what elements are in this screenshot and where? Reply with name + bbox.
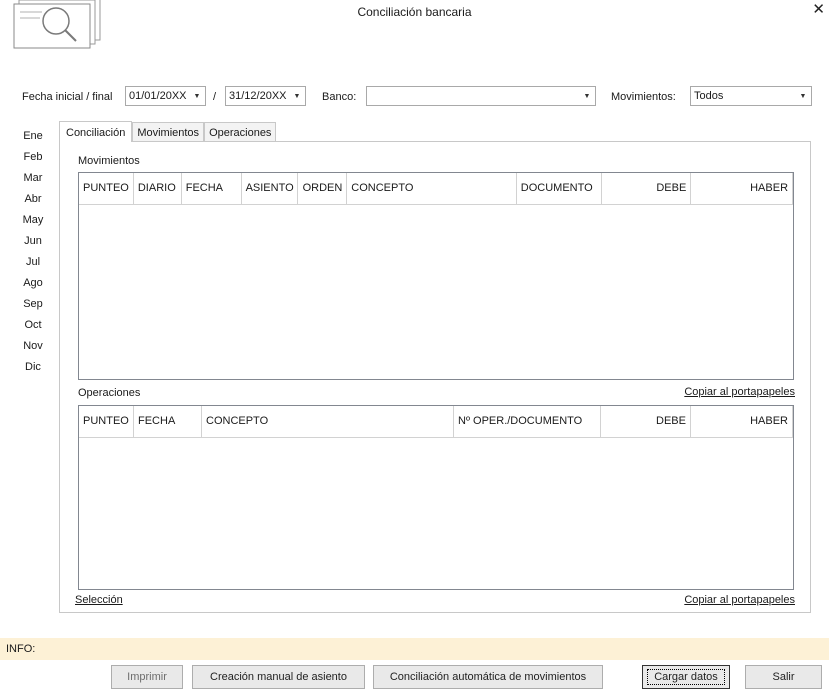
col-header-fecha[interactable]: FECHA (134, 406, 202, 437)
operations-grid[interactable]: PUNTEO FECHA CONCEPTO Nº OPER./DOCUMENTO… (78, 405, 794, 590)
end-date-value: 31/12/20XX (229, 90, 287, 102)
movements-section-label: Movimientos (78, 155, 140, 167)
dropdown-arrow-icon[interactable]: ▼ (579, 87, 595, 105)
copy-clipboard-link[interactable]: Copiar al portapapeles (684, 594, 795, 606)
auto-reconcile-button[interactable]: Conciliación automática de movimientos (373, 665, 603, 689)
print-button[interactable]: Imprimir (111, 665, 183, 689)
start-date-value: 01/01/20XX (129, 90, 187, 102)
selection-link[interactable]: Selección (75, 594, 123, 606)
col-header-debe[interactable]: DEBE (602, 173, 692, 204)
col-header-fecha[interactable]: FECHA (182, 173, 242, 204)
tab-conciliacion[interactable]: Conciliación (59, 121, 133, 142)
bank-select[interactable]: ▼ (366, 86, 596, 106)
month-item[interactable]: Jul (18, 252, 48, 273)
col-header-haber[interactable]: HABER (691, 173, 794, 204)
col-header-asiento[interactable]: ASIENTO (242, 173, 299, 204)
dropdown-arrow-icon[interactable]: ▼ (795, 87, 811, 105)
month-item[interactable]: Nov (18, 336, 48, 357)
month-list: Ene Feb Mar Abr May Jun Jul Ago Sep Oct … (18, 126, 48, 378)
col-header-concepto[interactable]: CONCEPTO (347, 173, 517, 204)
col-header-haber[interactable]: HABER (691, 406, 793, 437)
movements-grid-header: PUNTEO DIARIO FECHA ASIENTO ORDEN CONCEP… (79, 173, 794, 205)
load-data-button[interactable]: Cargar datos (642, 665, 730, 689)
movements-filter-value: Todos (694, 90, 724, 102)
date-separator: / (213, 91, 217, 103)
load-data-label: Cargar datos (647, 669, 725, 685)
month-item[interactable]: Dic (18, 357, 48, 378)
info-bar: INFO: (0, 638, 829, 660)
tab-bar: Conciliación Movimientos Operaciones (59, 121, 277, 142)
close-icon[interactable]: ✕ (812, 0, 825, 18)
month-item[interactable]: Abr (18, 189, 48, 210)
end-date-picker[interactable]: 31/12/20XX ▼ (225, 86, 306, 106)
operations-grid-header: PUNTEO FECHA CONCEPTO Nº OPER./DOCUMENTO… (79, 406, 793, 438)
month-item[interactable]: Ene (18, 126, 48, 147)
col-header-punteo[interactable]: PUNTEO (79, 406, 134, 437)
movements-filter-select[interactable]: Todos ▼ (690, 86, 812, 106)
month-item[interactable]: Jun (18, 231, 48, 252)
start-date-picker[interactable]: 01/01/20XX ▼ (125, 86, 206, 106)
copy-operations-link[interactable]: Copiar al portapapeles (684, 386, 795, 398)
month-item[interactable]: Oct (18, 315, 48, 336)
window-title: Conciliación bancaria (357, 5, 472, 19)
col-header-orden[interactable]: ORDEN (298, 173, 348, 204)
month-item[interactable]: Mar (18, 168, 48, 189)
bank-label: Banco: (322, 91, 357, 103)
manual-entry-button[interactable]: Creación manual de asiento (192, 665, 365, 689)
tab-movimientos[interactable]: Movimientos (132, 122, 205, 142)
dropdown-arrow-icon[interactable]: ▼ (289, 87, 305, 105)
col-header-documento[interactable]: Nº OPER./DOCUMENTO (454, 406, 601, 437)
movements-grid[interactable]: PUNTEO DIARIO FECHA ASIENTO ORDEN CONCEP… (78, 172, 794, 380)
exit-button[interactable]: Salir (745, 665, 822, 689)
dropdown-arrow-icon[interactable]: ▼ (189, 87, 205, 105)
info-label: INFO: (6, 643, 36, 655)
tab-operaciones[interactable]: Operaciones (204, 122, 277, 142)
col-header-punteo[interactable]: PUNTEO (79, 173, 134, 204)
month-item[interactable]: May (18, 210, 48, 231)
month-item[interactable]: Sep (18, 294, 48, 315)
col-header-diario[interactable]: DIARIO (134, 173, 182, 204)
movements-filter-label: Movimientos: (611, 91, 676, 103)
col-header-debe[interactable]: DEBE (601, 406, 691, 437)
month-item[interactable]: Ago (18, 273, 48, 294)
col-header-concepto[interactable]: CONCEPTO (202, 406, 454, 437)
month-item[interactable]: Feb (18, 147, 48, 168)
date-range-label: Fecha inicial / final (22, 91, 113, 103)
col-header-documento[interactable]: DOCUMENTO (517, 173, 602, 204)
operations-section-label: Operaciones (78, 387, 141, 399)
